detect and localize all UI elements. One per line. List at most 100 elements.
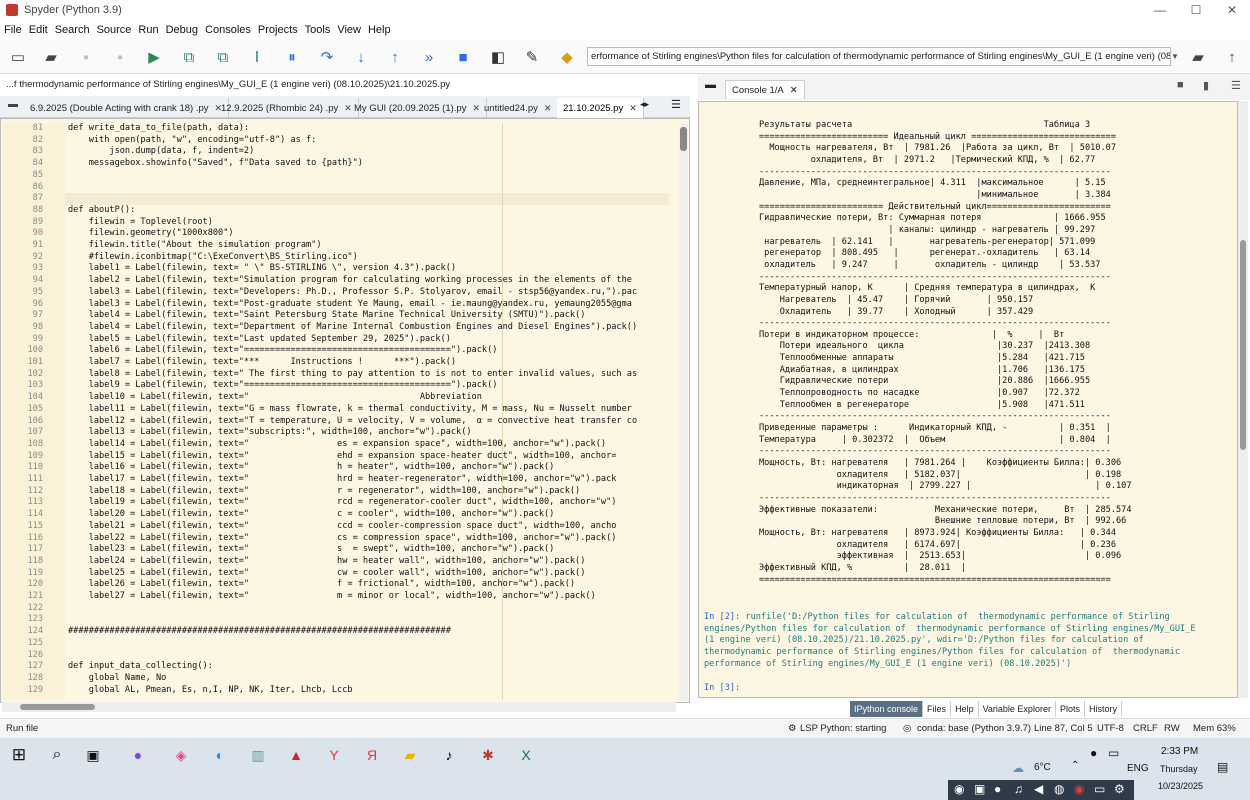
office-icon[interactable]: ◈	[170, 744, 192, 766]
code-line[interactable]: 120 label26 = Label(filewin, text=" f = …	[3, 579, 677, 591]
maximize-button[interactable]: ☐	[1178, 0, 1214, 20]
display-icon[interactable]: ▭	[1108, 746, 1119, 760]
code-line[interactable]: 119 label25 = Label(filewin, text=" cw =…	[3, 568, 677, 580]
chevron-up-icon[interactable]: ⌃	[1071, 760, 1079, 771]
code-line[interactable]: 118 label24 = Label(filewin, text=" hw =…	[3, 556, 677, 568]
screenshot-icon[interactable]: ▣	[974, 782, 985, 796]
code-line[interactable]: 102 label8 = Label(filewin, text=" The f…	[3, 369, 677, 381]
code-line[interactable]: 95 label3 = Label(filewin, text="Develop…	[3, 287, 677, 299]
code-line[interactable]: 121 label27 = Label(filewin, text=" m = …	[3, 591, 677, 603]
code-line[interactable]: 85	[3, 170, 677, 182]
yandex-browser-icon[interactable]: Я	[361, 744, 383, 766]
tab-scroll-icon[interactable]: ◂▸	[640, 99, 649, 110]
edge-browser-icon[interactable]: ◐	[209, 744, 231, 766]
notifications-icon[interactable]: ▤	[1217, 760, 1228, 774]
menu-edit[interactable]: Edit	[29, 24, 48, 36]
conda-status[interactable]: conda: base (Python 3.9.7)	[917, 719, 1031, 738]
code-line[interactable]: 94 label2 = Label(filewin, text="Simulat…	[3, 275, 677, 287]
record-icon[interactable]: ●	[994, 782, 1001, 796]
code-line[interactable]: 114 label20 = Label(filewin, text=" c = …	[3, 509, 677, 521]
code-line[interactable]: 91 filewin.title("About the simulation p…	[3, 240, 677, 252]
run-cell-advance-icon[interactable]: ⧉	[213, 47, 233, 67]
editor-vertical-scrollbar[interactable]	[679, 123, 688, 700]
menu-tools[interactable]: Tools	[305, 24, 331, 36]
code-line[interactable]: 101 label7 = Label(filewin, text="*** In…	[3, 357, 677, 369]
tiktok-icon[interactable]: ♪	[438, 744, 460, 766]
browse-tabs-icon[interactable]: ▬	[705, 79, 716, 91]
editor-tab[interactable]: 12.9.2025 (Rhombic 24) .py ✕	[215, 98, 359, 118]
step-return-icon[interactable]: ↑	[385, 47, 405, 67]
menu-consoles[interactable]: Consoles	[205, 24, 251, 36]
recording-indicator-icon[interactable]: ◉	[1074, 782, 1084, 796]
code-line[interactable]: 107 label13 = Label(filewin, text="subsc…	[3, 427, 677, 439]
tab-variable-explorer[interactable]: Variable Explorer	[979, 701, 1056, 717]
code-line[interactable]: 127 def input_data_collecting():	[3, 661, 677, 673]
run-cell-icon[interactable]: ⧉	[179, 47, 199, 67]
menu-projects[interactable]: Projects	[258, 24, 298, 36]
code-line[interactable]: 87	[3, 193, 677, 205]
search-icon[interactable]: ⌕	[46, 744, 68, 766]
lsp-status[interactable]: LSP Python: starting	[800, 719, 886, 738]
editor-tab[interactable]: My GUI (20.09.2025 (1).py ✕	[348, 98, 488, 118]
menu-view[interactable]: View	[337, 24, 361, 36]
console-input-3[interactable]: In [3]:	[704, 683, 1234, 695]
browse-directory-icon[interactable]: ▰	[1188, 47, 1208, 67]
code-line[interactable]: 116 label22 = Label(filewin, text=" cs =…	[3, 533, 677, 545]
task-view-icon[interactable]: ▣	[82, 744, 104, 766]
run-file-icon[interactable]: ▶	[144, 47, 164, 67]
code-line[interactable]: 86	[3, 182, 677, 194]
code-line[interactable]: 122	[3, 603, 677, 615]
editor-hscroll-thumb[interactable]	[20, 704, 95, 710]
code-line[interactable]: 111 label17 = Label(filewin, text=" hrd …	[3, 474, 677, 486]
editor-tab-active[interactable]: 21.10.2025.py ✕	[557, 98, 644, 118]
code-line[interactable]: 108 label14 = Label(filewin, text=" es =…	[3, 439, 677, 451]
excel-icon[interactable]: X	[515, 744, 537, 766]
tab-plots[interactable]: Plots	[1056, 701, 1085, 717]
new-file-icon[interactable]: ▭	[8, 47, 28, 67]
code-line[interactable]: 113 label19 = Label(filewin, text=" rcd …	[3, 497, 677, 509]
menu-run[interactable]: Run	[138, 24, 158, 36]
menu-search[interactable]: Search	[55, 24, 90, 36]
ipython-console[interactable]: Результаты расчета Таблица 3 ===========…	[698, 101, 1238, 698]
tab-ipython-console[interactable]: IPython console	[850, 701, 924, 717]
code-line[interactable]: 93 label1 = Label(filewin, text= " \" BS…	[3, 263, 677, 275]
window-icon[interactable]: ▭	[1094, 782, 1105, 796]
camera-icon[interactable]: ◉	[954, 782, 964, 796]
language-indicator[interactable]: ENG	[1127, 763, 1149, 774]
preferences-wrench-icon[interactable]: ✎	[522, 47, 542, 67]
step-icon[interactable]: ↷	[317, 47, 337, 67]
code-line[interactable]: 109 label15 = Label(filewin, text=" ehd …	[3, 451, 677, 463]
code-line[interactable]: 97 label4 = Label(filewin, text="Saint P…	[3, 310, 677, 322]
menu-help[interactable]: Help	[368, 24, 391, 36]
code-line[interactable]: 100 label6 = Label(filewin, text="======…	[3, 345, 677, 357]
code-line[interactable]: 81 def write_data_to_file(path, data):	[3, 123, 677, 135]
code-line[interactable]: 103 label9 = Label(filewin, text="======…	[3, 380, 677, 392]
menu-source[interactable]: Source	[97, 24, 132, 36]
yandex-icon[interactable]: Y	[323, 744, 345, 766]
code-line[interactable]: 105 label11 = Label(filewin, text="G = m…	[3, 404, 677, 416]
code-line[interactable]: 96 label3 = Label(filewin, text="Post-gr…	[3, 299, 677, 311]
hamburger-menu-icon[interactable]: ☰	[671, 98, 681, 111]
code-line[interactable]: 123	[3, 614, 677, 626]
save-all-icon[interactable]: ▪	[110, 47, 130, 67]
editor-scroll-thumb[interactable]	[680, 127, 687, 151]
gear-icon[interactable]: ⚙	[1114, 782, 1125, 796]
editor-tab[interactable]: 6.9.2025 (Double Acting with crank 18) .…	[24, 98, 230, 118]
console-scroll-thumb[interactable]	[1240, 240, 1246, 450]
parent-directory-icon[interactable]: ↑	[1222, 47, 1242, 67]
pdf-reader-icon[interactable]: ▲	[285, 744, 307, 766]
code-line[interactable]: 115 label21 = Label(filewin, text=" ccd …	[3, 521, 677, 533]
close-button[interactable]: ✕	[1214, 0, 1250, 20]
spyder-taskbar-icon[interactable]: ✱	[477, 744, 499, 766]
save-icon[interactable]: ▪	[76, 47, 96, 67]
code-line[interactable]: 83 json.dump(data, f, indent=2)	[3, 146, 677, 158]
console-tab[interactable]: Console 1/A ✕	[725, 80, 805, 99]
open-folder-icon[interactable]: ▰	[41, 47, 61, 67]
stop-kernel-icon[interactable]: ■	[1177, 79, 1184, 91]
code-line[interactable]: 89 filewin = Toplevel(root)	[3, 217, 677, 229]
mic-icon[interactable]: ♫	[1014, 782, 1023, 796]
close-icon[interactable]: ✕	[544, 103, 552, 113]
stop-recording-icon[interactable]: ◍	[1054, 782, 1064, 796]
stop-debug-icon[interactable]: ■	[453, 47, 473, 67]
browse-tabs-icon[interactable]: ▬	[8, 99, 18, 110]
